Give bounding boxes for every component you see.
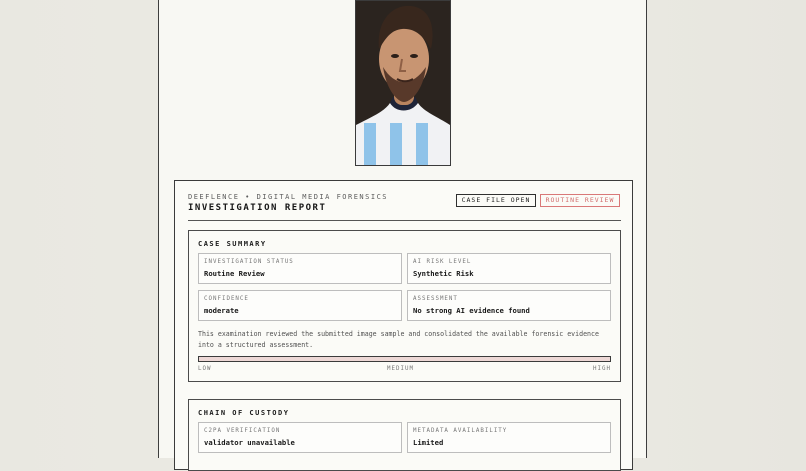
chain-of-custody-title: CHAIN OF CUSTODY xyxy=(198,409,290,417)
risk-high-label: HIGH xyxy=(593,366,611,372)
field-label: C2PA VERIFICATION xyxy=(204,428,281,434)
field-label: AI RISK LEVEL xyxy=(413,259,472,265)
field-label: INVESTIGATION STATUS xyxy=(204,259,294,265)
submitted-image xyxy=(355,0,451,166)
case-summary-section: CASE SUMMARY INVESTIGATION STATUS Routin… xyxy=(188,230,621,382)
ai-risk-level-field: AI RISK LEVEL Synthetic Risk xyxy=(407,253,611,284)
report-page: DEEFLENCE • DIGITAL MEDIA FORENSICS INVE… xyxy=(158,0,647,471)
field-value: Limited xyxy=(413,438,444,447)
risk-medium-label: MEDIUM xyxy=(387,366,414,372)
field-label: ASSESSMENT xyxy=(413,296,458,302)
risk-meter xyxy=(198,356,611,362)
case-summary-title: CASE SUMMARY xyxy=(198,240,267,248)
report-kicker: DEEFLENCE • DIGITAL MEDIA FORENSICS xyxy=(188,193,389,201)
assessment-field: ASSESSMENT No strong AI evidence found xyxy=(407,290,611,321)
field-value: moderate xyxy=(204,306,239,315)
report-title: INVESTIGATION REPORT xyxy=(188,203,327,213)
case-file-open-badge: CASE FILE OPEN xyxy=(456,194,536,207)
investigation-report-card: DEEFLENCE • DIGITAL MEDIA FORENSICS INVE… xyxy=(174,180,633,471)
field-value: Routine Review xyxy=(204,269,265,278)
field-value: Synthetic Risk xyxy=(413,269,474,278)
c2pa-verification-field: C2PA VERIFICATION validator unavailable xyxy=(198,422,402,453)
confidence-field: CONFIDENCE moderate xyxy=(198,290,402,321)
field-value: validator unavailable xyxy=(204,438,295,447)
field-label: METADATA AVAILABILITY xyxy=(413,428,508,434)
header-divider xyxy=(188,220,621,221)
investigation-status-field: INVESTIGATION STATUS Routine Review xyxy=(198,253,402,284)
risk-low-label: LOW xyxy=(198,366,212,372)
field-label: CONFIDENCE xyxy=(204,296,249,302)
summary-narrative: This examination reviewed the submitted … xyxy=(198,330,599,349)
risk-meter-fill xyxy=(199,357,610,361)
metadata-availability-field: METADATA AVAILABILITY Limited xyxy=(407,422,611,453)
chain-of-custody-section: CHAIN OF CUSTODY C2PA VERIFICATION valid… xyxy=(188,399,621,471)
routine-review-badge: ROUTINE REVIEW xyxy=(540,194,620,207)
field-value: No strong AI evidence found xyxy=(413,306,530,315)
